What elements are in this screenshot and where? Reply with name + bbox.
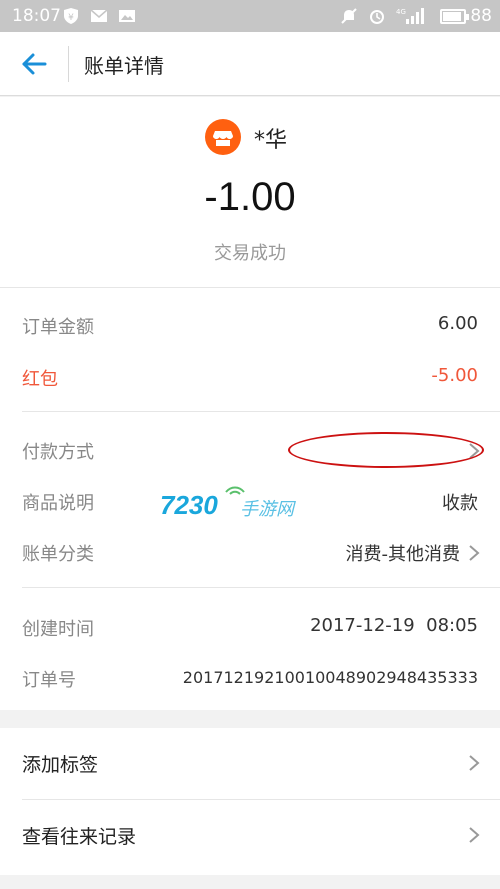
created-time-value: 2017-12-19 08:05 [310, 615, 478, 636]
created-time-row: 创建时间 2017-12-19 08:05 [0, 607, 500, 647]
signal-icon: 4G [396, 8, 424, 24]
actions-card: 添加标签 查看往来记录 [0, 728, 500, 875]
image-notification-icon [119, 10, 135, 22]
wifi-icon [225, 486, 245, 495]
chevron-right-icon [469, 827, 480, 843]
divider [22, 411, 500, 412]
order-number-row: 订单号 20171219210010048902948435333 [0, 658, 500, 698]
merchant-name: *华 [254, 128, 288, 153]
title-divider [68, 46, 69, 82]
svg-text:¥: ¥ [68, 13, 74, 23]
shop-icon [205, 119, 241, 155]
order-amount-value: 6.00 [437, 313, 478, 334]
chevron-right-icon [469, 545, 480, 561]
divider [0, 287, 500, 288]
view-history-row[interactable]: 查看往来记录 [0, 800, 500, 870]
chevron-right-icon [469, 755, 480, 771]
mail-icon [90, 9, 108, 22]
order-number-value: 20171219210010048902948435333 [182, 668, 478, 687]
alarm-icon [370, 10, 384, 24]
transaction-amount: -1.00 [204, 175, 296, 219]
order-number-label: 订单号 [22, 670, 76, 691]
order-amount-row: 订单金额 6.00 [0, 305, 500, 345]
product-desc-value: 收款 [442, 493, 478, 514]
redpacket-label: 红包 [22, 369, 58, 390]
status-time: 18:07 [12, 6, 61, 26]
payment-method-label: 付款方式 [22, 442, 94, 463]
title-bar: 账单详情 [0, 32, 500, 96]
battery-icon [440, 9, 469, 24]
status-bar: 18:07 ¥ 4G 88 [0, 0, 500, 32]
svg-text:4G: 4G [396, 8, 406, 16]
category-value: 消费-其他消费 [345, 544, 461, 565]
redpacket-value: -5.00 [431, 365, 478, 386]
back-arrow-icon[interactable] [18, 48, 50, 80]
bill-detail-card: *华 -1.00 交易成功 订单金额 6.00 红包 -5.00 付款方式 商品… [0, 97, 500, 710]
view-history-label: 查看往来记录 [22, 826, 137, 848]
page-title: 账单详情 [84, 54, 164, 78]
mute-icon [341, 8, 357, 24]
shield-yen-icon: ¥ [64, 8, 78, 24]
battery-level: 88 [470, 6, 492, 26]
add-tag-row[interactable]: 添加标签 [0, 728, 500, 798]
transaction-status: 交易成功 [214, 243, 286, 264]
merchant-header: *华 [0, 119, 500, 155]
redpacket-row: 红包 -5.00 [0, 357, 500, 397]
watermark-text: 手游网 [240, 499, 294, 520]
category-label: 账单分类 [22, 544, 94, 565]
divider [22, 587, 500, 588]
red-annotation-oval [288, 432, 484, 468]
add-tag-label: 添加标签 [22, 754, 99, 776]
watermark-number: 7230 [160, 490, 218, 520]
created-time-label: 创建时间 [22, 619, 94, 640]
order-amount-label: 订单金额 [22, 317, 94, 338]
watermark: 7230 手游网 [160, 484, 310, 528]
category-row[interactable]: 账单分类 消费-其他消费 [0, 532, 500, 572]
product-desc-label: 商品说明 [22, 493, 94, 514]
